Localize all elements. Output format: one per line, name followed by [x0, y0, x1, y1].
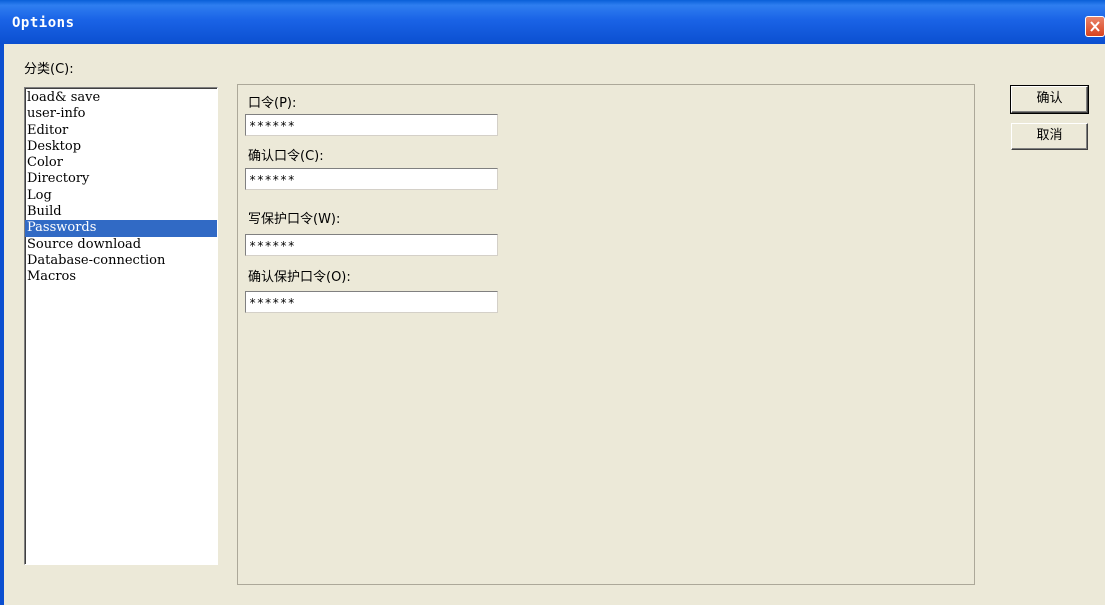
category-label: 分类(C):: [24, 62, 74, 77]
confirm-password-field[interactable]: ******: [245, 168, 498, 190]
close-icon: [1090, 21, 1100, 32]
list-item[interactable]: Source download: [25, 237, 217, 253]
list-item[interactable]: Log: [25, 188, 217, 204]
close-button[interactable]: [1085, 16, 1105, 37]
list-item[interactable]: Directory: [25, 171, 217, 187]
title-bar: Options: [0, 0, 1105, 44]
list-item[interactable]: Database-connection: [25, 253, 217, 269]
list-item[interactable]: Editor: [25, 123, 217, 139]
list-item[interactable]: load& save: [25, 90, 217, 106]
window-title: Options: [12, 15, 75, 31]
list-item[interactable]: Color: [25, 155, 217, 171]
write-protect-password-label: 写保护口令(W):: [248, 212, 341, 227]
confirm-protect-password-label: 确认保护口令(O):: [248, 270, 351, 285]
list-item-selected[interactable]: Passwords: [25, 220, 217, 237]
list-item[interactable]: Desktop: [25, 139, 217, 155]
ok-button[interactable]: 确认: [1010, 85, 1089, 114]
list-item[interactable]: Macros: [25, 269, 217, 285]
list-item[interactable]: user-info: [25, 106, 217, 122]
password-field[interactable]: ******: [245, 114, 498, 136]
confirm-protect-password-field[interactable]: ******: [245, 291, 498, 313]
write-protect-password-field[interactable]: ******: [245, 234, 498, 256]
cancel-button[interactable]: 取消: [1011, 123, 1088, 150]
password-label: 口令(P):: [248, 96, 297, 111]
category-list[interactable]: load& save user-info Editor Desktop Colo…: [24, 87, 218, 565]
list-item[interactable]: Build: [25, 204, 217, 220]
passwords-panel: [237, 84, 975, 585]
window-border: [0, 44, 4, 605]
confirm-password-label: 确认口令(C):: [248, 149, 324, 164]
